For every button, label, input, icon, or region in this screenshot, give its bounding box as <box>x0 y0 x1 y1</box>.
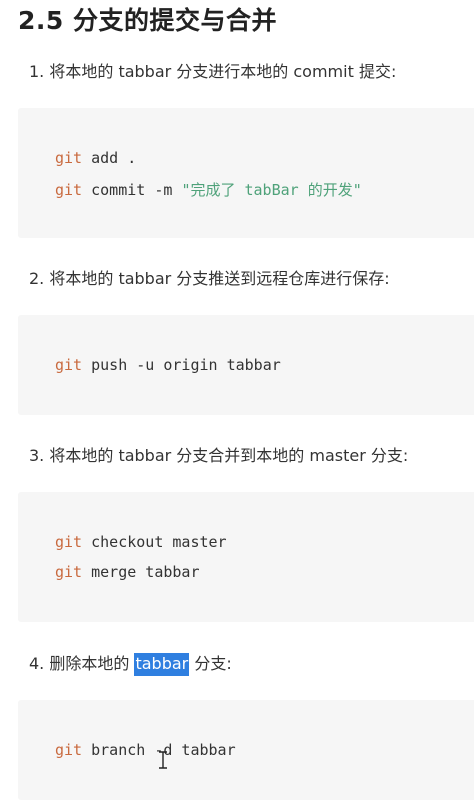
code-line: git branch -d tabbar <box>55 741 236 759</box>
code-line: git commit -m "完成了 tabBar 的开发" <box>55 181 362 199</box>
code-line: git push -u origin tabbar <box>55 356 281 374</box>
step-2-text: 2. 将本地的 tabbar 分支推送到远程仓库进行保存: <box>29 269 390 288</box>
step-3-text: 3. 将本地的 tabbar 分支合并到本地的 master 分支: <box>29 446 409 465</box>
code-line: git checkout master <box>55 533 227 551</box>
text-cursor-icon <box>159 751 167 769</box>
code-line: git merge tabbar <box>55 563 200 581</box>
selected-text[interactable]: tabbar <box>134 653 190 676</box>
code-block-1[interactable] <box>18 108 474 238</box>
section-heading: 2.5 分支的提交与合并 <box>18 6 277 35</box>
code-line: git add . <box>55 149 137 167</box>
step-1-text: 1. 将本地的 tabbar 分支进行本地的 commit 提交: <box>29 62 397 81</box>
code-block-3[interactable] <box>18 492 474 622</box>
step-4-text: 4. 删除本地的 tabbar 分支: <box>29 650 232 676</box>
